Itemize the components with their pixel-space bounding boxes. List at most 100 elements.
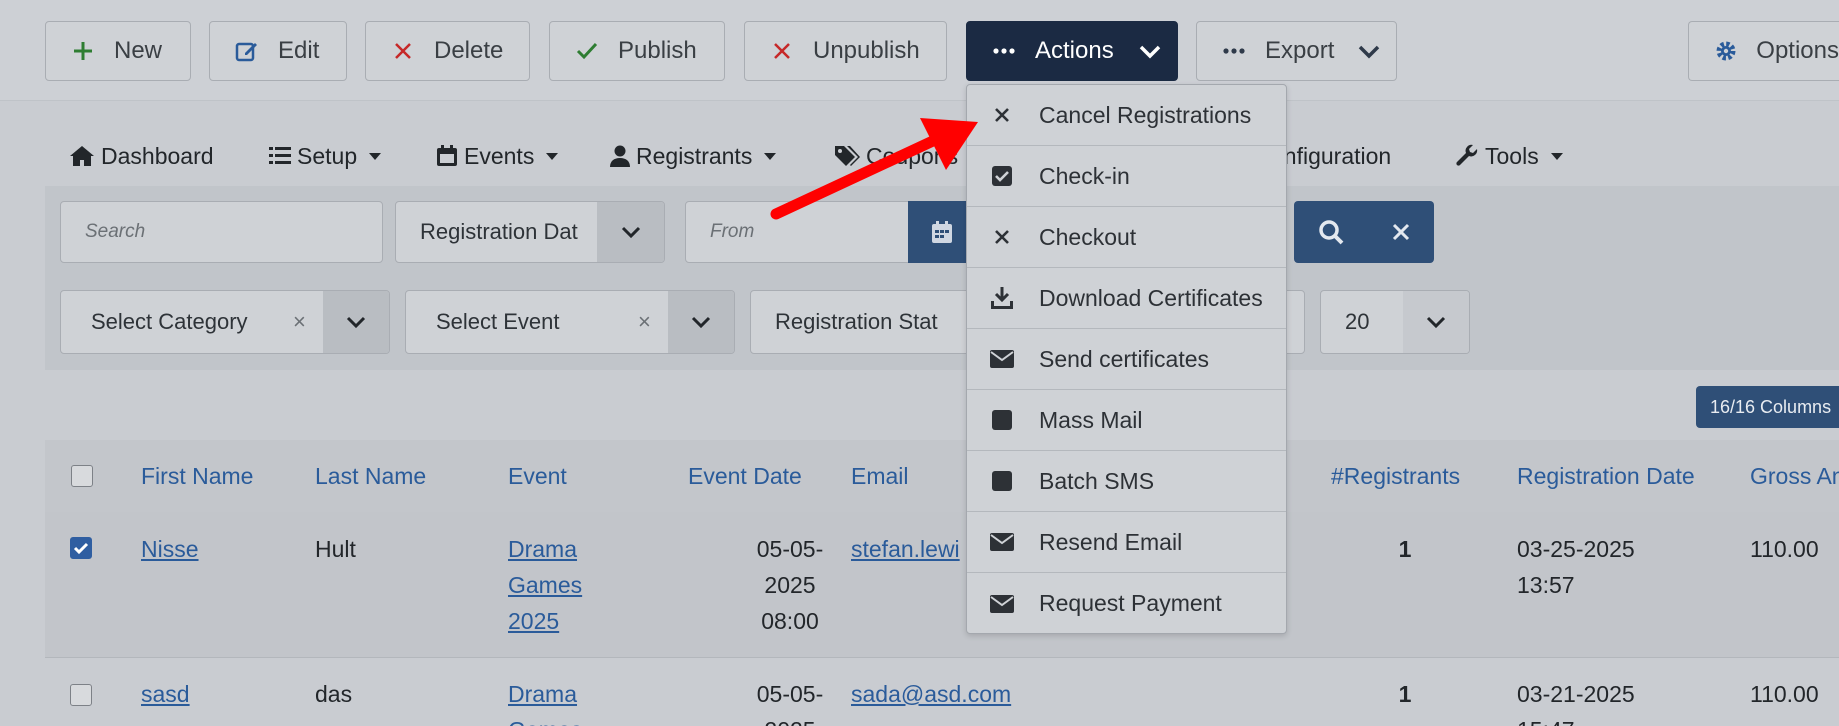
- nav-setup[interactable]: Setup: [269, 126, 382, 186]
- new-button[interactable]: New: [45, 21, 191, 81]
- nav-registrants[interactable]: Registrants: [610, 126, 777, 186]
- menu-item-send-certificates[interactable]: Send certificates: [967, 329, 1286, 390]
- event-line: Games: [508, 717, 582, 726]
- nav-configuration-label: onfiguration: [1271, 142, 1392, 169]
- reg-date-line: 03-21-2025: [1517, 681, 1635, 707]
- row-checkbox[interactable]: [70, 684, 92, 706]
- chevron-down-icon: [597, 202, 664, 262]
- event-link[interactable]: Drama Games 2025: [508, 531, 582, 639]
- first-name-link[interactable]: Nisse: [141, 531, 199, 567]
- clear-event-icon[interactable]: ×: [638, 309, 651, 335]
- email-link[interactable]: sada@asd.com: [851, 676, 1011, 712]
- delete-label: Delete: [434, 37, 504, 64]
- email-link[interactable]: stefan.lewi: [851, 531, 960, 567]
- square-icon: [989, 468, 1015, 494]
- menu-item-label: Send certificates: [1039, 345, 1210, 372]
- options-button[interactable]: Options: [1688, 21, 1839, 81]
- event-date-line: 05-05-: [756, 536, 824, 562]
- date-field-select[interactable]: Registration Dat: [395, 201, 665, 263]
- menu-item-cancel-registrations[interactable]: Cancel Registrations: [967, 85, 1286, 146]
- menu-item-resend-email[interactable]: Resend Email: [967, 512, 1286, 573]
- reg-date-line: 03-25-2025: [1517, 536, 1635, 562]
- clear-button[interactable]: [1367, 201, 1434, 263]
- ellipsis-icon: [991, 38, 1017, 64]
- edit-button[interactable]: Edit: [209, 21, 347, 81]
- close-icon: [989, 102, 1015, 128]
- nav-coupons[interactable]: Coupons: [834, 126, 958, 186]
- limit-select[interactable]: 20: [1320, 290, 1470, 354]
- menu-item-mass-mail[interactable]: Mass Mail: [967, 390, 1286, 451]
- actions-button[interactable]: Actions: [966, 21, 1178, 81]
- menu-item-batch-sms[interactable]: Batch SMS: [967, 451, 1286, 512]
- header-registrants[interactable]: #Registrants: [1331, 440, 1460, 512]
- wrench-icon: [1456, 144, 1478, 166]
- nav-tools-label: Tools: [1485, 142, 1539, 169]
- row-checkbox[interactable]: [70, 537, 92, 559]
- event-line: Games: [508, 572, 583, 598]
- calendar-button[interactable]: [908, 201, 975, 263]
- search-input[interactable]: Search: [60, 201, 383, 263]
- nav-events-label: Events: [464, 142, 535, 169]
- category-select[interactable]: Select Category ×: [60, 290, 390, 354]
- nav-dashboard[interactable]: Dashboard: [69, 126, 214, 186]
- clear-category-icon[interactable]: ×: [293, 309, 306, 335]
- header-registration-date[interactable]: Registration Date: [1517, 440, 1695, 512]
- envelope-icon: [989, 591, 1015, 617]
- menu-item-label: Download Certificates: [1039, 284, 1263, 311]
- plus-icon: [70, 38, 96, 64]
- tags-icon: [835, 146, 860, 166]
- header-event[interactable]: Event: [508, 440, 567, 512]
- menu-item-download-certificates[interactable]: Download Certificates: [967, 268, 1286, 329]
- event-select[interactable]: Select Event ×: [405, 290, 735, 354]
- nav-configuration[interactable]: onfiguration: [1271, 126, 1391, 186]
- menu-item-label: Request Payment: [1039, 590, 1222, 616]
- nav-tools[interactable]: Tools: [1455, 126, 1563, 186]
- search-icon: [1318, 220, 1343, 245]
- menu-item-request-payment[interactable]: Request Payment: [967, 573, 1286, 634]
- select-all-checkbox[interactable]: [71, 465, 93, 487]
- menu-item-label: Checkout: [1039, 223, 1137, 250]
- search-clear-group: [1294, 201, 1434, 263]
- home-icon: [70, 146, 94, 166]
- menu-item-check-in[interactable]: Check-in: [967, 146, 1286, 207]
- chevron-down-icon: [668, 291, 734, 353]
- unpublish-x-icon: [769, 38, 795, 64]
- header-last-name[interactable]: Last Name: [315, 440, 426, 512]
- user-icon: [610, 145, 630, 167]
- chevron-down-icon: [1137, 38, 1163, 64]
- registrants-count: 1: [1398, 681, 1412, 707]
- header-first-name[interactable]: First Name: [141, 440, 253, 512]
- export-button[interactable]: Export: [1196, 21, 1397, 81]
- caret-down-icon: [369, 152, 382, 160]
- menu-item-label: Check-in: [1039, 162, 1130, 189]
- columns-toggle-button[interactable]: 16/16 Columns: [1696, 386, 1839, 428]
- checkbox-icon: [989, 163, 1015, 189]
- delete-button[interactable]: Delete: [365, 21, 530, 81]
- chevron-down-icon: [323, 291, 389, 353]
- header-event-date[interactable]: Event Date: [688, 440, 802, 512]
- unpublish-button[interactable]: Unpublish: [744, 21, 947, 81]
- last-name: Hult: [315, 536, 356, 562]
- envelope-icon: [989, 529, 1015, 555]
- menu-item-checkout[interactable]: Checkout: [967, 207, 1286, 268]
- event-line: 2025: [508, 608, 560, 634]
- edit-label: Edit: [278, 37, 320, 64]
- header-gross-amount[interactable]: Gross Am: [1750, 440, 1839, 512]
- list-icon: [269, 147, 291, 164]
- header-email[interactable]: Email: [851, 440, 909, 512]
- new-label: New: [114, 37, 163, 64]
- envelope-icon: [989, 346, 1015, 372]
- nav-events[interactable]: Events: [436, 126, 559, 186]
- first-name-link[interactable]: sasd: [141, 676, 190, 712]
- toolbar: New Edit Delete Publish Unpublish Action…: [0, 0, 1839, 101]
- event-date-line: 2025: [764, 717, 815, 726]
- calendar-icon: [931, 221, 952, 243]
- event-link[interactable]: Drama Games: [508, 676, 582, 726]
- actions-label: Actions: [1035, 37, 1114, 64]
- search-placeholder: Search: [85, 221, 146, 242]
- ellipsis-icon: [1221, 38, 1247, 64]
- search-button[interactable]: [1294, 201, 1367, 263]
- options-label: Options: [1756, 37, 1839, 64]
- publish-button[interactable]: Publish: [549, 21, 725, 81]
- from-placeholder: From: [710, 221, 755, 242]
